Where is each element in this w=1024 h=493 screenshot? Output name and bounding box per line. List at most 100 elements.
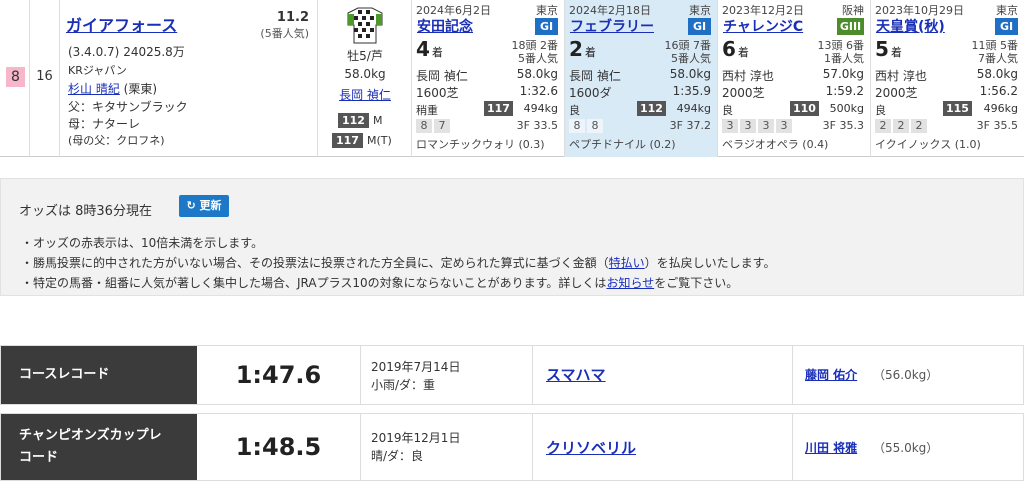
race-winner: ベラジオオペラ (0.4) <box>722 138 829 151</box>
race-weight: 58.0kg <box>669 67 711 81</box>
record-horse-link[interactable]: スマハマ <box>546 364 606 385</box>
body-weight: 494kg <box>676 102 711 115</box>
field-popularity: 1番人気 <box>824 52 864 65</box>
horse-info: ガイアフォース 11.2 (5番人気) (3.4.0.7) 24025.8万 K… <box>60 0 318 157</box>
race-jockey: 西村 淳也 <box>722 69 774 83</box>
record-time: 1:47.6 <box>197 346 361 404</box>
race-name-link[interactable]: 天皇賞(秋) <box>876 16 945 36</box>
place-suffix: 着 <box>890 46 902 59</box>
sex-age: 牡5/芦 <box>347 49 383 63</box>
grade-badge: GI <box>535 18 558 35</box>
race-distance: 2000芝 <box>722 86 765 100</box>
race-distance: 1600ダ <box>569 86 612 100</box>
race-distance: 1600芝 <box>416 86 459 100</box>
finish-place: 5着 <box>875 37 902 61</box>
race-jockey: 西村 淳也 <box>875 69 927 83</box>
grade-badge: GI <box>688 18 711 35</box>
record-date: 2019年12月1日 <box>371 431 461 445</box>
body-weight: 494kg <box>523 102 558 115</box>
race-time: 1:32.6 <box>519 84 558 98</box>
place-number: 6 <box>722 37 736 61</box>
course-record-row: コースレコード 1:47.6 2019年7月14日 小雨/ダ：重 スマハマ 藤岡… <box>0 345 1024 405</box>
record-line: (3.4.0.7) 24025.8万 <box>68 43 185 60</box>
race-time: 1:56.2 <box>979 84 1018 98</box>
record-label: チャンピオンズカップレ コード <box>1 414 197 480</box>
grade-badge: GI <box>995 18 1018 35</box>
frame-number: 8 <box>6 67 25 87</box>
field-info: 18頭 2番 5番人気 <box>512 39 559 65</box>
record-label-text: チャンピオンズカップレ <box>19 428 162 443</box>
passing-position: 2 <box>911 119 927 133</box>
jockey-link[interactable]: 長岡 禎仁 <box>318 86 412 103</box>
passing-order: 87 <box>416 119 450 133</box>
owner: KRジャパン <box>68 64 127 77</box>
race-name-link[interactable]: フェブラリー <box>570 16 654 36</box>
race-weight: 58.0kg <box>976 67 1018 81</box>
odds-value: 11.2 <box>276 10 309 25</box>
horse-entry-row: 8 16 ガイアフォース 11.2 (5番人気) (3.4.0.7) 24025… <box>0 0 1024 157</box>
race-weight: 58.0kg <box>516 67 558 81</box>
track-condition: 良 <box>569 104 580 117</box>
passing-order: 222 <box>875 119 927 133</box>
note-jra-plus10: ・特定の馬番・組番に人気が著しく集中した場合、JRAプラス10の対象にならないこ… <box>21 273 775 293</box>
record-date-info: 2019年7月14日 小雨/ダ：重 <box>371 358 460 394</box>
earnings: 24025.8万 <box>123 45 185 59</box>
divider <box>532 414 533 480</box>
race-time: 1:59.2 <box>825 84 864 98</box>
trainer-link[interactable]: 杉山 晴紀 <box>68 82 120 96</box>
passing-position: 3 <box>722 119 738 133</box>
damsire: (母の父：クロフネ) <box>68 134 165 147</box>
record-jockey-link[interactable]: 藤岡 佑介 <box>805 366 857 383</box>
field-popularity: 5番人気 <box>671 52 711 65</box>
sire: 父：キタサンブラック <box>68 100 188 114</box>
record-conditions: 小雨/ダ：重 <box>371 378 436 392</box>
field-info: 11頭 5番 7番人気 <box>972 39 1019 65</box>
race-name-link[interactable]: 安田記念 <box>417 16 473 36</box>
record-time: 1:48.5 <box>197 414 361 480</box>
notice-link[interactable]: お知らせ <box>606 276 654 290</box>
field-popularity: 7番人気 <box>978 52 1018 65</box>
note3-text-end: をご覧下さい。 <box>654 276 739 290</box>
divider <box>792 346 793 404</box>
record-label-text: コースレコード <box>19 367 110 382</box>
passing-position: 8 <box>416 119 432 133</box>
divider <box>532 346 533 404</box>
special-payout-link[interactable]: 特払い <box>609 256 645 270</box>
field-info: 13頭 6番 1番人気 <box>818 39 865 65</box>
field-size: 11頭 5番 <box>971 39 1019 52</box>
record-label: コースレコード <box>1 346 197 404</box>
jockey-silks-icon <box>347 7 383 44</box>
rating-1: 112 M <box>338 113 382 128</box>
past-race-1: 2024年6月2日 東京 安田記念 GI 4着 18頭 2番 5番人気 長岡 禎仁… <box>412 0 565 157</box>
finish-place: 6着 <box>722 37 749 61</box>
race-time: 1:35.9 <box>672 84 711 98</box>
place-number: 5 <box>875 37 889 61</box>
race-winner: イクイノックス (1.0) <box>875 138 981 151</box>
refresh-icon: ↻ <box>186 199 196 212</box>
note-special-payout: ・勝馬投票に的中された方がいない場合、その投票法に投票された方全員に、定められた… <box>21 253 775 273</box>
passing-position: 2 <box>893 119 909 133</box>
place-number: 2 <box>569 37 583 61</box>
refresh-button[interactable]: ↻ 更新 <box>179 195 229 217</box>
rating-2-label: M(T) <box>366 134 392 147</box>
place-suffix: 着 <box>431 46 443 59</box>
field-size: 13頭 6番 <box>817 39 865 52</box>
rating-2-value: 117 <box>332 133 363 148</box>
record-jockey-link[interactable]: 川田 将雅 <box>805 439 857 456</box>
race-weight: 57.0kg <box>822 67 864 81</box>
record-jockey-weight: （55.0kg） <box>873 441 939 455</box>
odds-notes: ・オッズの赤表示は、10倍未満を示します。 ・勝馬投票に的中された方がいない場合… <box>21 233 775 293</box>
finish-place: 2着 <box>569 37 596 61</box>
record-date-info: 2019年12月1日 晴/ダ：良 <box>371 429 460 465</box>
race-name-link[interactable]: チャレンジC <box>723 16 803 36</box>
track-condition: 良 <box>875 104 886 117</box>
record-horse-link[interactable]: クリソベリル <box>546 437 636 458</box>
last-3f: 3F 33.5 <box>516 119 558 132</box>
odds-update-time: オッズは 8時36分現在 <box>19 204 152 219</box>
race-venue: 東京 <box>996 4 1018 17</box>
horse-name-link[interactable]: ガイアフォース <box>66 12 177 36</box>
dam: 母：ナターレ <box>68 117 141 131</box>
passing-position: 8 <box>587 119 603 133</box>
record-conditions: 晴/ダ：良 <box>371 449 424 463</box>
frame-cell: 8 <box>0 0 30 157</box>
